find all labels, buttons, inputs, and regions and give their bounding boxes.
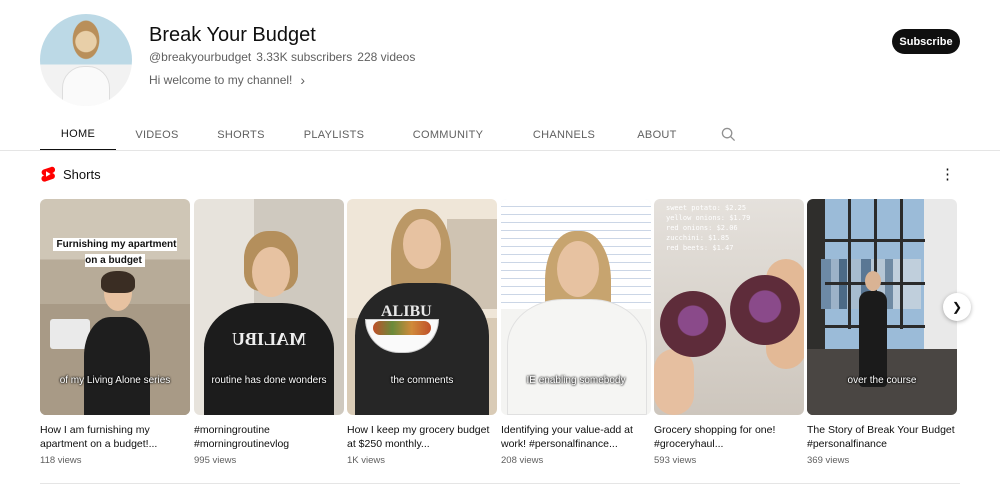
short-caption: of my Living Alone series xyxy=(59,375,171,386)
channel-description[interactable]: Hi welcome to my channel! › xyxy=(149,72,305,88)
shorts-section-header: Shorts xyxy=(40,166,101,182)
shorts-grid: Furnishing my apartment on a budget of m… xyxy=(40,199,960,469)
tab-community[interactable]: COMMUNITY xyxy=(384,118,512,151)
short-overlay-title: Furnishing my apartment on a budget xyxy=(52,237,178,269)
short-caption: routine has done wonders xyxy=(211,375,327,386)
chevron-right-icon[interactable]: ❯ xyxy=(943,293,971,321)
channel-meta: @breakyourbudget 3.33K subscribers 228 v… xyxy=(149,50,415,64)
short-card[interactable]: IE enabling somebody Identifying your va… xyxy=(501,199,651,466)
tab-home[interactable]: HOME xyxy=(40,118,116,151)
shorts-logo-icon xyxy=(41,166,55,182)
shorts-section-title: Shorts xyxy=(63,166,101,182)
channel-description-text: Hi welcome to my channel! xyxy=(149,73,293,87)
video-count: 228 videos xyxy=(357,50,416,64)
subscribe-button[interactable]: Subscribe xyxy=(892,29,960,54)
channel-tabs: HOME VIDEOS SHORTS PLAYLISTS COMMUNITY C… xyxy=(40,118,758,151)
short-thumbnail[interactable]: MALIBU routine has done wonders xyxy=(194,199,344,415)
short-list-text: sweet potato: $2.25 yellow onions: $1.79… xyxy=(666,204,751,252)
short-title[interactable]: Identifying your value-add at work! #per… xyxy=(501,423,651,451)
short-views: 118 views xyxy=(40,455,82,466)
tab-videos[interactable]: VIDEOS xyxy=(116,118,198,151)
tab-channels[interactable]: CHANNELS xyxy=(512,118,616,151)
short-title[interactable]: The Story of Break Your Budget #personal… xyxy=(807,423,957,451)
tab-about[interactable]: ABOUT xyxy=(616,118,698,151)
channel-header: Break Your Budget @breakyourbudget 3.33K… xyxy=(0,0,1000,118)
short-card[interactable]: sweet potato: $2.25 yellow onions: $1.79… xyxy=(654,199,804,466)
short-views: 1K views xyxy=(347,455,386,466)
tabs-divider xyxy=(0,150,1000,151)
short-views: 208 views xyxy=(501,455,544,466)
short-title[interactable]: How I keep my grocery budget at $250 mon… xyxy=(347,423,497,451)
short-thumbnail[interactable]: Furnishing my apartment on a budget of m… xyxy=(40,199,190,415)
short-views: 369 views xyxy=(807,455,850,466)
chevron-right-icon: › xyxy=(300,72,306,88)
search-icon[interactable] xyxy=(698,118,758,151)
short-views: 995 views xyxy=(194,455,237,466)
short-thumbnail[interactable]: IE enabling somebody xyxy=(501,199,651,415)
tab-shorts[interactable]: SHORTS xyxy=(198,118,284,151)
more-vert-icon[interactable]: ⋮ xyxy=(940,166,955,184)
subscriber-count: 3.33K subscribers xyxy=(256,50,353,64)
short-title[interactable]: #morningroutine #morningroutinevlog xyxy=(194,423,344,451)
short-card[interactable]: MALIBU routine has done wonders #morning… xyxy=(194,199,344,466)
short-caption: IE enabling somebody xyxy=(526,375,626,386)
short-caption: over the course xyxy=(847,375,917,386)
section-divider xyxy=(40,483,960,484)
short-views: 593 views xyxy=(654,455,697,466)
short-title[interactable]: How I am furnishing my apartment on a bu… xyxy=(40,423,190,451)
channel-name: Break Your Budget xyxy=(149,24,316,46)
short-caption: the comments xyxy=(390,375,454,386)
short-thumbnail[interactable]: over the course xyxy=(807,199,957,415)
short-card[interactable]: Furnishing my apartment on a budget of m… xyxy=(40,199,190,466)
short-card[interactable]: over the course The Story of Break Your … xyxy=(807,199,957,466)
channel-handle: @breakyourbudget xyxy=(149,50,252,64)
short-card[interactable]: ALIBU the comments How I keep my grocery… xyxy=(347,199,497,466)
short-thumbnail[interactable]: ALIBU the comments xyxy=(347,199,497,415)
short-title[interactable]: Grocery shopping for one! #groceryhaul..… xyxy=(654,423,804,451)
tab-playlists[interactable]: PLAYLISTS xyxy=(284,118,384,151)
channel-avatar[interactable] xyxy=(40,14,132,106)
short-thumbnail[interactable]: sweet potato: $2.25 yellow onions: $1.79… xyxy=(654,199,804,415)
